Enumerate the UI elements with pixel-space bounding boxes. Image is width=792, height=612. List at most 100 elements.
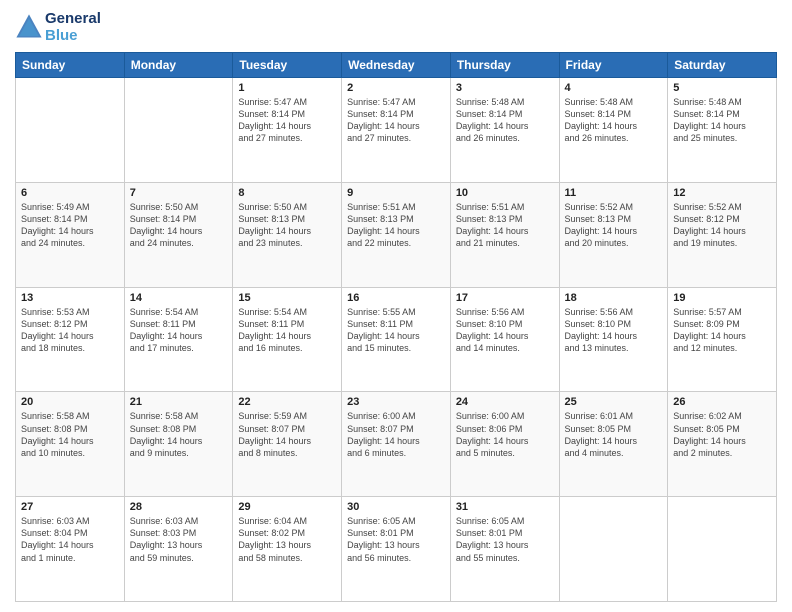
calendar-cell: 7 Sunrise: 5:50 AM Sunset: 8:14 PM Daylig… xyxy=(124,182,233,287)
day-number: 14 xyxy=(130,292,228,304)
cell-content: Sunrise: 5:54 AM Sunset: 8:11 PM Dayligh… xyxy=(238,306,336,355)
cell-content: Sunrise: 5:50 AM Sunset: 8:14 PM Dayligh… xyxy=(130,201,228,250)
calendar-cell xyxy=(124,78,233,183)
calendar-cell: 22 Sunrise: 5:59 AM Sunset: 8:07 PM Dayli… xyxy=(233,392,342,497)
day-number: 17 xyxy=(456,292,554,304)
page: General Blue SundayMondayTuesdayWednesda… xyxy=(0,0,792,612)
day-number: 11 xyxy=(565,187,663,199)
calendar-cell: 11 Sunrise: 5:52 AM Sunset: 8:13 PM Dayli… xyxy=(559,182,668,287)
calendar-cell: 14 Sunrise: 5:54 AM Sunset: 8:11 PM Dayli… xyxy=(124,287,233,392)
day-number: 25 xyxy=(565,396,663,408)
day-number: 4 xyxy=(565,82,663,94)
day-number: 30 xyxy=(347,501,445,513)
calendar-cell: 8 Sunrise: 5:50 AM Sunset: 8:13 PM Daylig… xyxy=(233,182,342,287)
calendar-cell: 3 Sunrise: 5:48 AM Sunset: 8:14 PM Daylig… xyxy=(450,78,559,183)
cell-content: Sunrise: 6:01 AM Sunset: 8:05 PM Dayligh… xyxy=(565,410,663,459)
cell-content: Sunrise: 5:56 AM Sunset: 8:10 PM Dayligh… xyxy=(565,306,663,355)
day-number: 21 xyxy=(130,396,228,408)
day-number: 7 xyxy=(130,187,228,199)
calendar-cell: 1Sunrise: 5:47 AM Sunset: 8:14 PM Daylig… xyxy=(233,78,342,183)
calendar-week-3: 13 Sunrise: 5:53 AM Sunset: 8:12 PM Dayli… xyxy=(16,287,777,392)
calendar-cell xyxy=(668,497,777,602)
cell-content: Sunrise: 5:58 AM Sunset: 8:08 PM Dayligh… xyxy=(21,410,119,459)
weekday-header-row: SundayMondayTuesdayWednesdayThursdayFrid… xyxy=(16,53,777,78)
day-number: 3 xyxy=(456,82,554,94)
cell-content: Sunrise: 6:00 AM Sunset: 8:06 PM Dayligh… xyxy=(456,410,554,459)
cell-content: Sunrise: 5:52 AM Sunset: 8:12 PM Dayligh… xyxy=(673,201,771,250)
calendar-cell: 13 Sunrise: 5:53 AM Sunset: 8:12 PM Dayli… xyxy=(16,287,125,392)
cell-content: Sunrise: 5:59 AM Sunset: 8:07 PM Dayligh… xyxy=(238,410,336,459)
calendar-cell: 20Sunrise: 5:58 AM Sunset: 8:08 PM Dayli… xyxy=(16,392,125,497)
header: General Blue xyxy=(15,10,777,44)
logo-text: General Blue xyxy=(45,10,101,44)
calendar-cell: 12 Sunrise: 5:52 AM Sunset: 8:12 PM Dayli… xyxy=(668,182,777,287)
cell-content: Sunrise: 5:53 AM Sunset: 8:12 PM Dayligh… xyxy=(21,306,119,355)
day-number: 8 xyxy=(238,187,336,199)
day-number: 19 xyxy=(673,292,771,304)
calendar-week-5: 27 Sunrise: 6:03 AM Sunset: 8:04 PM Dayli… xyxy=(16,497,777,602)
calendar-cell: 5Sunrise: 5:48 AM Sunset: 8:14 PM Daylig… xyxy=(668,78,777,183)
cell-content: Sunrise: 6:02 AM Sunset: 8:05 PM Dayligh… xyxy=(673,410,771,459)
cell-content: Sunrise: 5:48 AM Sunset: 8:14 PM Dayligh… xyxy=(456,96,554,145)
day-number: 1 xyxy=(238,82,336,94)
calendar-table: SundayMondayTuesdayWednesdayThursdayFrid… xyxy=(15,52,777,602)
day-number: 2 xyxy=(347,82,445,94)
calendar-cell: 10 Sunrise: 5:51 AM Sunset: 8:13 PM Dayli… xyxy=(450,182,559,287)
calendar-cell: 15 Sunrise: 5:54 AM Sunset: 8:11 PM Dayli… xyxy=(233,287,342,392)
cell-content: Sunrise: 6:03 AM Sunset: 8:03 PM Dayligh… xyxy=(130,515,228,564)
calendar-cell: 19 Sunrise: 5:57 AM Sunset: 8:09 PM Dayli… xyxy=(668,287,777,392)
calendar-cell: 27 Sunrise: 6:03 AM Sunset: 8:04 PM Dayli… xyxy=(16,497,125,602)
cell-content: Sunrise: 6:00 AM Sunset: 8:07 PM Dayligh… xyxy=(347,410,445,459)
logo-icon xyxy=(15,13,43,41)
calendar-week-1: 1 Sunrise: 5:47 AM Sunset: 8:14 PM Daylig… xyxy=(16,78,777,183)
day-number: 10 xyxy=(456,187,554,199)
day-number: 27 xyxy=(21,501,119,513)
day-number: 26 xyxy=(673,396,771,408)
cell-content: Sunrise: 6:04 AM Sunset: 8:02 PM Dayligh… xyxy=(238,515,336,564)
logo: General Blue xyxy=(15,10,101,44)
day-number: 12 xyxy=(673,187,771,199)
day-number: 31 xyxy=(456,501,554,513)
calendar-cell: 30Sunrise: 6:05 AM Sunset: 8:01 PM Dayli… xyxy=(342,497,451,602)
calendar-week-4: 20Sunrise: 5:58 AM Sunset: 8:08 PM Dayli… xyxy=(16,392,777,497)
calendar-cell: 31 Sunrise: 6:05 AM Sunset: 8:01 PM Dayli… xyxy=(450,497,559,602)
cell-content: Sunrise: 5:57 AM Sunset: 8:09 PM Dayligh… xyxy=(673,306,771,355)
day-number: 24 xyxy=(456,396,554,408)
weekday-header-tuesday: Tuesday xyxy=(233,53,342,78)
calendar-cell: 29 Sunrise: 6:04 AM Sunset: 8:02 PM Dayli… xyxy=(233,497,342,602)
weekday-header-sunday: Sunday xyxy=(16,53,125,78)
calendar-cell: 23Sunrise: 6:00 AM Sunset: 8:07 PM Dayli… xyxy=(342,392,451,497)
calendar-cell: 16 Sunrise: 5:55 AM Sunset: 8:11 PM Dayli… xyxy=(342,287,451,392)
calendar-cell: 25 Sunrise: 6:01 AM Sunset: 8:05 PM Dayli… xyxy=(559,392,668,497)
calendar-cell: 21 Sunrise: 5:58 AM Sunset: 8:08 PM Dayli… xyxy=(124,392,233,497)
cell-content: Sunrise: 5:54 AM Sunset: 8:11 PM Dayligh… xyxy=(130,306,228,355)
calendar-week-2: 6Sunrise: 5:49 AM Sunset: 8:14 PM Daylig… xyxy=(16,182,777,287)
cell-content: Sunrise: 5:50 AM Sunset: 8:13 PM Dayligh… xyxy=(238,201,336,250)
calendar-cell xyxy=(559,497,668,602)
cell-content: Sunrise: 6:05 AM Sunset: 8:01 PM Dayligh… xyxy=(456,515,554,564)
day-number: 13 xyxy=(21,292,119,304)
cell-content: Sunrise: 5:51 AM Sunset: 8:13 PM Dayligh… xyxy=(456,201,554,250)
weekday-header-wednesday: Wednesday xyxy=(342,53,451,78)
calendar-cell: 17 Sunrise: 5:56 AM Sunset: 8:10 PM Dayli… xyxy=(450,287,559,392)
cell-content: Sunrise: 5:58 AM Sunset: 8:08 PM Dayligh… xyxy=(130,410,228,459)
day-number: 22 xyxy=(238,396,336,408)
cell-content: Sunrise: 6:03 AM Sunset: 8:04 PM Dayligh… xyxy=(21,515,119,564)
day-number: 15 xyxy=(238,292,336,304)
cell-content: Sunrise: 5:47 AM Sunset: 8:14 PM Dayligh… xyxy=(347,96,445,145)
day-number: 28 xyxy=(130,501,228,513)
day-number: 18 xyxy=(565,292,663,304)
cell-content: Sunrise: 5:55 AM Sunset: 8:11 PM Dayligh… xyxy=(347,306,445,355)
weekday-header-friday: Friday xyxy=(559,53,668,78)
calendar-cell: 28 Sunrise: 6:03 AM Sunset: 8:03 PM Dayli… xyxy=(124,497,233,602)
day-number: 29 xyxy=(238,501,336,513)
cell-content: Sunrise: 5:48 AM Sunset: 8:14 PM Dayligh… xyxy=(565,96,663,145)
day-number: 9 xyxy=(347,187,445,199)
calendar-cell: 2 Sunrise: 5:47 AM Sunset: 8:14 PM Daylig… xyxy=(342,78,451,183)
calendar-cell: 4 Sunrise: 5:48 AM Sunset: 8:14 PM Daylig… xyxy=(559,78,668,183)
cell-content: Sunrise: 5:51 AM Sunset: 8:13 PM Dayligh… xyxy=(347,201,445,250)
day-number: 16 xyxy=(347,292,445,304)
cell-content: Sunrise: 5:56 AM Sunset: 8:10 PM Dayligh… xyxy=(456,306,554,355)
cell-content: Sunrise: 5:52 AM Sunset: 8:13 PM Dayligh… xyxy=(565,201,663,250)
cell-content: Sunrise: 5:48 AM Sunset: 8:14 PM Dayligh… xyxy=(673,96,771,145)
